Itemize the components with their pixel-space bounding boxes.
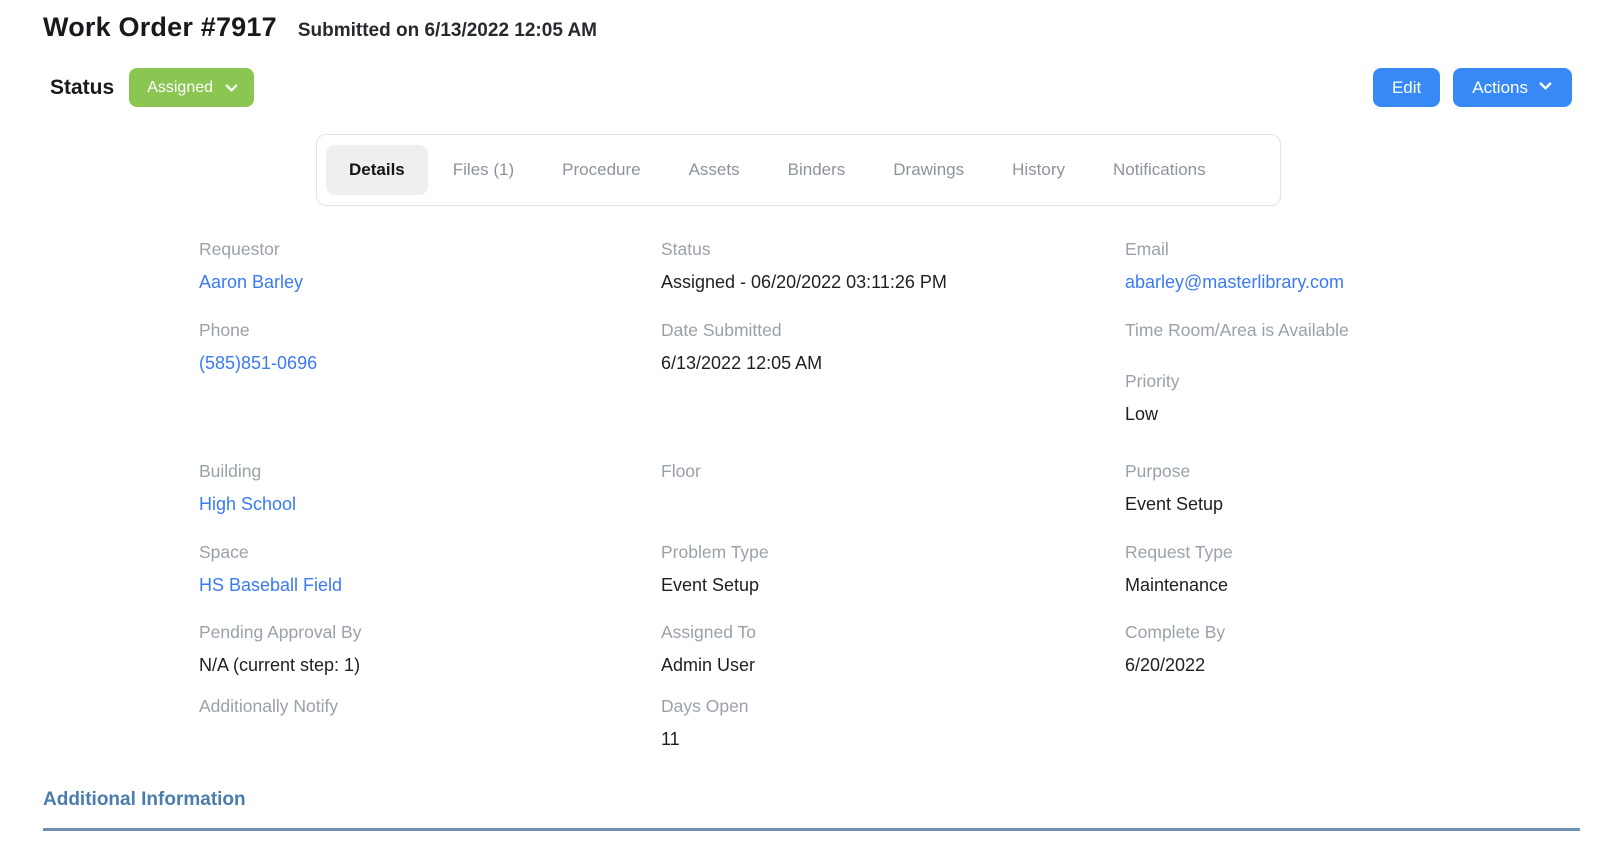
field-pending-approval-by: Pending Approval By N/A (current step: 1… bbox=[199, 622, 661, 696]
field-empty-cell bbox=[1125, 696, 1597, 750]
actions-button-label: Actions bbox=[1472, 77, 1528, 97]
chevron-down-icon bbox=[1538, 78, 1553, 98]
status-badge-text: Assigned bbox=[147, 78, 214, 96]
problem-type-value: Event Setup bbox=[661, 575, 760, 595]
field-label: Time Room/Area is Available bbox=[1125, 320, 1349, 340]
status-dropdown-button[interactable]: Assigned bbox=[129, 68, 255, 107]
tab-bar: Details Files (1) Procedure Assets Binde… bbox=[316, 134, 1281, 206]
field-days-open: Days Open 11 bbox=[661, 696, 1125, 750]
field-label: Email bbox=[1125, 239, 1169, 259]
field-label: Assigned To bbox=[661, 622, 757, 642]
field-label: Date Submitted bbox=[661, 320, 782, 340]
field-date-submitted: Date Submitted 6/13/2022 12:05 AM bbox=[661, 320, 1125, 461]
page-title: Work Order #7917 bbox=[43, 12, 277, 42]
tab-procedure[interactable]: Procedure bbox=[539, 145, 663, 195]
space-link[interactable]: HS Baseball Field bbox=[199, 574, 661, 596]
requestor-link[interactable]: Aaron Barley bbox=[199, 271, 661, 293]
status-row: Status Assigned Edit Actions bbox=[0, 68, 1597, 107]
field-time-room-available: Time Room/Area is Available bbox=[1125, 320, 1597, 341]
field-complete-by: Complete By 6/20/2022 bbox=[1125, 622, 1597, 696]
field-label: Building bbox=[199, 461, 262, 481]
building-link[interactable]: High School bbox=[199, 493, 661, 515]
field-phone: Phone (585)851-0696 bbox=[199, 320, 661, 461]
tab-files[interactable]: Files (1) bbox=[430, 145, 537, 195]
field-email: Email abarley@masterlibrary.com bbox=[1125, 239, 1597, 320]
priority-value: Low bbox=[1125, 404, 1159, 424]
field-additionally-notify: Additionally Notify bbox=[199, 696, 661, 750]
section-divider bbox=[43, 828, 1580, 831]
tab-history[interactable]: History bbox=[989, 145, 1088, 195]
chevron-down-icon bbox=[224, 80, 239, 95]
edit-button[interactable]: Edit bbox=[1372, 68, 1441, 107]
date-submitted-value: 6/13/2022 12:05 AM bbox=[661, 353, 823, 373]
pending-approval-by-value: N/A (current step: 1) bbox=[199, 655, 361, 675]
field-label: Space bbox=[199, 542, 249, 562]
field-requestor: Requestor Aaron Barley bbox=[199, 239, 661, 320]
field-problem-type: Problem Type Event Setup bbox=[661, 542, 1125, 622]
field-request-type: Request Type Maintenance bbox=[1125, 542, 1597, 622]
field-label: Floor bbox=[661, 461, 701, 481]
tab-assets[interactable]: Assets bbox=[666, 145, 763, 195]
page-header: Work Order #7917 Submitted on 6/13/2022 … bbox=[0, 0, 1597, 43]
tab-notifications[interactable]: Notifications bbox=[1090, 145, 1229, 195]
actions-button[interactable]: Actions bbox=[1453, 68, 1572, 107]
details-grid: Requestor Aaron Barley Status Assigned -… bbox=[199, 239, 1597, 750]
tab-binders[interactable]: Binders bbox=[765, 145, 869, 195]
field-assigned-to: Assigned To Admin User bbox=[661, 622, 1125, 696]
request-type-value: Maintenance bbox=[1125, 575, 1229, 595]
field-label: Status bbox=[661, 239, 711, 259]
days-open-value: 11 bbox=[661, 729, 680, 749]
field-label: Pending Approval By bbox=[199, 622, 362, 642]
field-label: Purpose bbox=[1125, 461, 1191, 481]
tab-drawings[interactable]: Drawings bbox=[870, 145, 987, 195]
additional-information-link[interactable]: Additional Information bbox=[43, 789, 246, 811]
field-building: Building High School bbox=[199, 461, 661, 542]
field-label: Additionally Notify bbox=[199, 696, 339, 716]
field-priority: Priority Low bbox=[1125, 371, 1597, 425]
phone-link[interactable]: (585)851-0696 bbox=[199, 352, 661, 374]
status-value: Assigned - 06/20/2022 03:11:26 PM bbox=[661, 272, 947, 292]
additional-information-section: Additional Information bbox=[43, 789, 1580, 831]
field-label: Phone bbox=[199, 320, 250, 340]
field-space: Space HS Baseball Field bbox=[199, 542, 661, 622]
purpose-value: Event Setup bbox=[1125, 494, 1224, 514]
assigned-to-value: Admin User bbox=[661, 655, 756, 675]
status-label: Status bbox=[50, 75, 115, 99]
field-label: Priority bbox=[1125, 371, 1180, 391]
tab-details[interactable]: Details bbox=[326, 145, 428, 195]
field-label: Complete By bbox=[1125, 622, 1226, 642]
field-label: Days Open bbox=[661, 696, 749, 716]
field-stack-col3: Time Room/Area is Available Priority Low bbox=[1125, 320, 1597, 461]
field-purpose: Purpose Event Setup bbox=[1125, 461, 1597, 542]
field-status: Status Assigned - 06/20/2022 03:11:26 PM bbox=[661, 239, 1125, 320]
email-link[interactable]: abarley@masterlibrary.com bbox=[1125, 271, 1597, 293]
complete-by-value: 6/20/2022 bbox=[1125, 655, 1206, 675]
field-label: Request Type bbox=[1125, 542, 1233, 562]
submitted-on-text: Submitted on 6/13/2022 12:05 AM bbox=[297, 20, 598, 41]
field-label: Problem Type bbox=[661, 542, 769, 562]
field-label: Requestor bbox=[199, 239, 280, 259]
field-floor: Floor bbox=[661, 461, 1125, 542]
